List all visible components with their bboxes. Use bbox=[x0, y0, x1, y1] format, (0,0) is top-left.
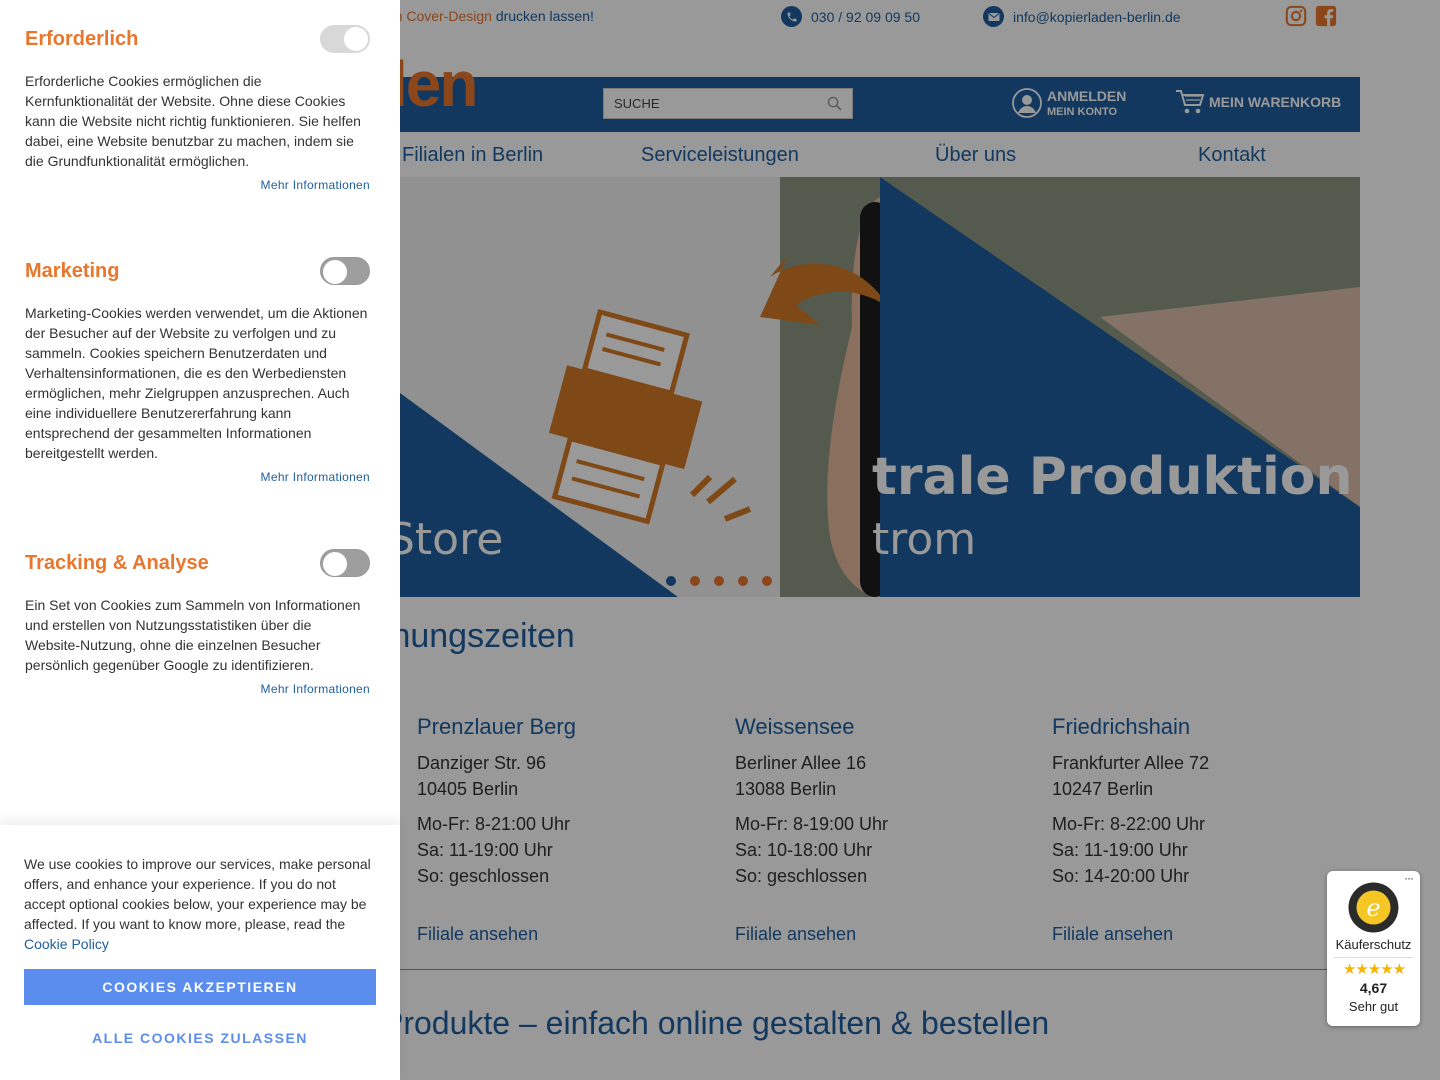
slider-dot[interactable] bbox=[738, 576, 748, 586]
nav-item-filialen[interactable]: Filialen in Berlin bbox=[402, 144, 543, 167]
branch-card: Friedrichshain Frankfurter Allee 72 1024… bbox=[1052, 714, 1352, 944]
branch-hours-weekday: Mo-Fr: 8-19:00 Uhr bbox=[735, 814, 889, 834]
branch-street: Danziger Str. 96 bbox=[417, 753, 547, 773]
slider-dot[interactable] bbox=[690, 576, 700, 586]
branch-hours-weekday: Mo-Fr: 8-22:00 Uhr bbox=[1052, 814, 1206, 834]
facebook-icon[interactable] bbox=[1315, 5, 1337, 27]
more-info-link[interactable]: Mehr Informationen bbox=[261, 178, 370, 192]
email-contact[interactable]: info@kopierladen-berlin.de bbox=[983, 6, 1181, 27]
nav-item-serviceleistungen[interactable]: Serviceleistungen bbox=[641, 144, 799, 167]
hero-subline: trom bbox=[872, 514, 977, 565]
branch-city: 10405 Berlin bbox=[417, 779, 519, 799]
promo-text: drucken lassen! bbox=[491, 8, 594, 24]
branch-card: Weissensee Berliner Allee 16 13088 Berli… bbox=[735, 714, 1035, 944]
accept-cookies-button[interactable]: COOKIES AKZEPTIEREN bbox=[24, 969, 376, 1005]
login-link[interactable]: ANMELDEN MEIN KONTO bbox=[1012, 88, 1126, 118]
cookie-category-required: Erforderlich Erforderliche Cookies ermög… bbox=[25, 25, 370, 192]
branch-name: Weissensee bbox=[735, 714, 855, 739]
branch-hours-sunday: So: geschlossen bbox=[735, 866, 868, 886]
trusted-shops-seal-icon: e bbox=[1348, 882, 1399, 933]
instagram-icon[interactable] bbox=[1285, 5, 1307, 27]
branch-city: 13088 Berlin bbox=[735, 779, 837, 799]
phone-contact[interactable]: 030 / 92 09 09 50 bbox=[781, 6, 920, 27]
branch-name: Friedrichshain bbox=[1052, 714, 1191, 739]
rating-stars: ★★★★★ bbox=[1342, 961, 1406, 978]
category-description: Erforderliche Cookies ermöglichen die Ke… bbox=[25, 73, 361, 169]
cookie-policy-link[interactable]: Cookie Policy bbox=[24, 936, 109, 952]
search-placeholder: SUCHE bbox=[614, 96, 660, 111]
branch-hours-sunday: So: geschlossen bbox=[417, 866, 550, 886]
branch-link[interactable]: Filiale ansehen bbox=[735, 924, 856, 945]
branch-hours-saturday: Sa: 11-19:00 Uhr bbox=[1052, 840, 1188, 860]
topbar-promo[interactable]: em Cover-Design drucken lassen! bbox=[383, 8, 594, 24]
branch-hours-saturday: Sa: 11-19:00 Uhr bbox=[417, 840, 553, 860]
user-icon bbox=[1012, 88, 1042, 118]
mail-icon bbox=[983, 6, 1004, 27]
login-label: ANMELDEN bbox=[1047, 88, 1127, 104]
cookie-category-tracking: Tracking & Analyse Ein Set von Cookies z… bbox=[25, 549, 370, 696]
marketing-toggle[interactable] bbox=[320, 257, 370, 285]
branch-street: Berliner Allee 16 bbox=[735, 753, 867, 773]
nav-item-kontakt[interactable]: Kontakt bbox=[1198, 144, 1266, 167]
account-label: MEIN KONTO bbox=[1047, 106, 1118, 118]
branch-hours-saturday: Sa: 10-18:00 Uhr bbox=[735, 840, 873, 860]
badge-divider bbox=[1334, 957, 1413, 958]
hero-headline: trale Produktion bbox=[872, 447, 1353, 507]
branch-link[interactable]: Filiale ansehen bbox=[1052, 924, 1173, 945]
cookie-consent-box: We use cookies to improve our services, … bbox=[0, 825, 400, 1080]
section-divider bbox=[383, 969, 1360, 970]
cart-icon bbox=[1176, 90, 1205, 114]
branch-city: 10247 Berlin bbox=[1052, 779, 1154, 799]
slider-dot[interactable] bbox=[666, 576, 676, 586]
phone-icon bbox=[781, 6, 802, 27]
site-logo[interactable]: len bbox=[390, 52, 478, 116]
hours-title: fnungszeiten bbox=[382, 617, 575, 655]
category-description: Ein Set von Cookies zum Sammeln von Info… bbox=[25, 597, 361, 673]
branch-link[interactable]: Filiale ansehen bbox=[417, 924, 538, 945]
more-info-link[interactable]: Mehr Informationen bbox=[261, 470, 370, 484]
branch-name: Prenzlauer Berg bbox=[417, 714, 576, 739]
cart-label: MEIN WARENKORB bbox=[1209, 94, 1342, 110]
trusted-shops-label: Käuferschutz bbox=[1335, 937, 1412, 952]
rating-score: 4,67 bbox=[1359, 980, 1388, 996]
consent-text: We use cookies to improve our services, … bbox=[24, 854, 379, 954]
more-info-link[interactable]: Mehr Informationen bbox=[261, 682, 370, 696]
svg-text:e: e bbox=[1366, 894, 1380, 922]
products-title: Produkte – einfach online gestalten & be… bbox=[382, 1005, 1050, 1041]
slider-dot[interactable] bbox=[714, 576, 724, 586]
required-toggle[interactable] bbox=[320, 25, 370, 53]
phone-number: 030 / 92 09 09 50 bbox=[811, 8, 920, 25]
category-title: Erforderlich bbox=[25, 28, 139, 50]
category-title: Tracking & Analyse bbox=[25, 552, 209, 574]
cookie-category-marketing: Marketing Marketing-Cookies werden verwe… bbox=[25, 257, 370, 484]
tracking-toggle[interactable] bbox=[320, 549, 370, 577]
branch-hours-weekday: Mo-Fr: 8-21:00 Uhr bbox=[417, 814, 571, 834]
branch-card: Prenzlauer Berg Danziger Str. 96 10405 B… bbox=[417, 714, 717, 944]
nav-item-ueber-uns[interactable]: Über uns bbox=[935, 144, 1016, 167]
branch-hours-sunday: So: 14-20:00 Uhr bbox=[1052, 866, 1190, 886]
search-icon[interactable] bbox=[826, 95, 843, 112]
more-options-icon[interactable]: ··· bbox=[1404, 871, 1414, 885]
email-address: info@kopierladen-berlin.de bbox=[1013, 8, 1181, 25]
cart-link[interactable]: MEIN WARENKORB bbox=[1175, 88, 1341, 116]
trusted-shops-badge[interactable]: ··· e Käuferschutz ★★★★★ 4,67 Sehr gut bbox=[1327, 871, 1420, 1026]
category-title: Marketing bbox=[25, 260, 120, 282]
search-input[interactable]: SUCHE bbox=[603, 88, 853, 119]
branch-street: Frankfurter Allee 72 bbox=[1052, 753, 1210, 773]
printer-icon bbox=[548, 308, 703, 525]
consent-message: We use cookies to improve our services, … bbox=[24, 856, 371, 932]
category-description: Marketing-Cookies werden verwendet, um d… bbox=[25, 305, 368, 461]
cookie-settings-panel: Erforderlich Erforderliche Cookies ermög… bbox=[0, 0, 400, 1080]
rating-text: Sehr gut bbox=[1348, 999, 1399, 1014]
hero-text-left: Store bbox=[387, 514, 504, 565]
slider-dot[interactable] bbox=[762, 576, 772, 586]
allow-all-cookies-button[interactable]: ALLE COOKIES ZULASSEN bbox=[24, 1020, 376, 1056]
slider-dots bbox=[666, 576, 772, 586]
